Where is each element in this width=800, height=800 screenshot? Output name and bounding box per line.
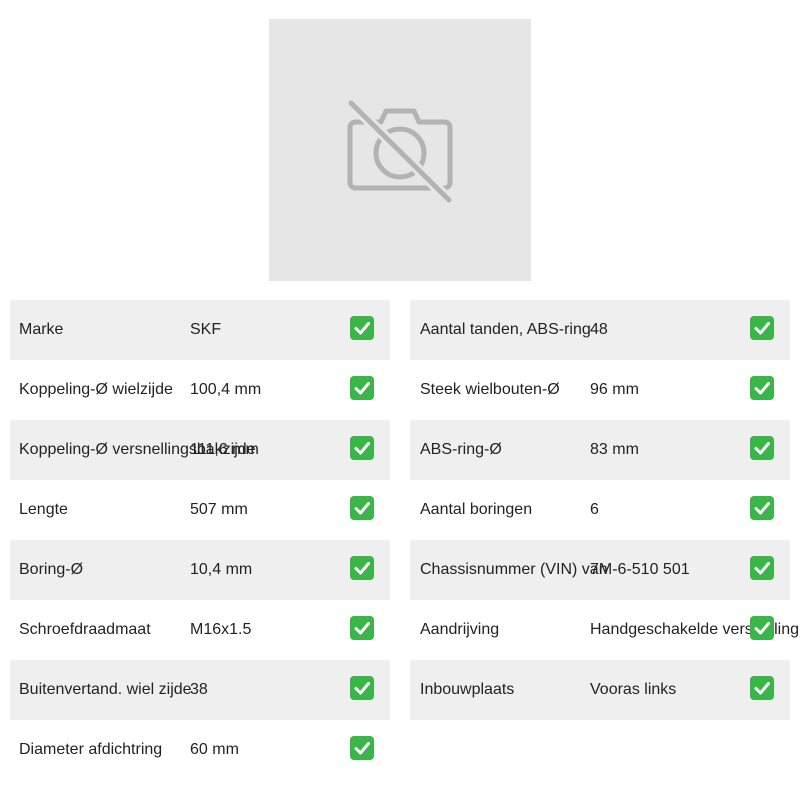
spec-label: ABS-ring-Ø — [420, 441, 502, 458]
check-mark-icon — [350, 436, 374, 460]
spec-table-left: Marke SKF Koppeling-Ø wielzijde 100,4 mm… — [10, 300, 390, 780]
spec-row: Steek wielbouten-Ø 96 mm — [410, 360, 790, 420]
check-mark-icon — [350, 316, 374, 340]
spec-row: Aantal boringen 6 — [410, 480, 790, 540]
check-mark-icon — [750, 556, 774, 580]
spec-row: Diameter afdichtring 60 mm — [10, 720, 390, 780]
spec-row: Marke SKF — [10, 300, 390, 360]
spec-row: Boring-Ø 10,4 mm — [10, 540, 390, 600]
spec-row: Schroefdraadmaat M16x1.5 — [10, 600, 390, 660]
spec-label: Aandrijving — [420, 621, 500, 638]
spec-value: 100,4 mm — [190, 381, 262, 398]
spec-value: 60 mm — [190, 741, 239, 758]
spec-value: M16x1.5 — [190, 621, 252, 638]
check-mark-icon — [750, 436, 774, 460]
spec-label: Aantal boringen — [420, 501, 533, 518]
check-mark-icon — [350, 376, 374, 400]
spec-value: 48 — [590, 321, 608, 338]
spec-row: Aantal tanden, ABS-ring 48 — [410, 300, 790, 360]
spec-row: Koppeling-Ø versnellingsbakzijde 111,6 m… — [10, 420, 390, 480]
spec-row: Aandrijving Handgeschakelde versnelling — [410, 600, 799, 660]
spec-row: Buitenvertand. wiel zijde 38 — [10, 660, 390, 720]
spec-label: Boring-Ø — [19, 561, 84, 578]
spec-value: 507 mm — [190, 501, 248, 518]
no-photo-camera-icon — [345, 97, 455, 206]
check-mark-icon — [350, 556, 374, 580]
spec-label: Steek wielbouten-Ø — [420, 381, 560, 398]
spec-table-right: Aantal tanden, ABS-ring 48 Steek wielbou… — [410, 300, 799, 720]
spec-row: Lengte 507 mm — [10, 480, 390, 540]
spec-label: Koppeling-Ø wielzijde — [19, 381, 173, 398]
spec-label: Buitenvertand. wiel zijde — [19, 681, 192, 698]
check-mark-icon — [750, 676, 774, 700]
spec-label: Aantal tanden, ABS-ring — [420, 321, 591, 338]
check-mark-icon — [750, 376, 774, 400]
check-mark-icon — [350, 496, 374, 520]
check-mark-icon — [350, 676, 374, 700]
product-image-placeholder — [269, 19, 531, 281]
spec-value: 83 mm — [590, 441, 639, 458]
check-mark-icon — [350, 616, 374, 640]
spec-row: ABS-ring-Ø 83 mm — [410, 420, 790, 480]
spec-value: 10,4 mm — [190, 561, 253, 578]
spec-value: Vooras links — [590, 681, 677, 698]
spec-value: 6 — [590, 501, 599, 518]
spec-value: SKF — [190, 321, 222, 338]
spec-label: Chassisnummer (VIN) van — [420, 561, 608, 578]
spec-value: 111,6 mm — [190, 441, 259, 458]
spec-label: Marke — [19, 321, 64, 338]
spec-label: Schroefdraadmaat — [19, 621, 151, 638]
check-mark-icon — [750, 616, 774, 640]
spec-label: Lengte — [19, 501, 68, 518]
spec-value: 38 — [190, 681, 208, 698]
spec-value: 7M-6-510 501 — [590, 561, 690, 578]
spec-row: Chassisnummer (VIN) van 7M-6-510 501 — [410, 540, 790, 600]
spec-value: 96 mm — [590, 381, 639, 398]
check-mark-icon — [750, 496, 774, 520]
check-mark-icon — [350, 736, 374, 760]
spec-row: Inbouwplaats Vooras links — [410, 660, 790, 720]
spec-label: Inbouwplaats — [420, 681, 515, 698]
check-mark-icon — [750, 316, 774, 340]
spec-row: Koppeling-Ø wielzijde 100,4 mm — [10, 360, 390, 420]
spec-label: Diameter afdichtring — [19, 741, 163, 758]
